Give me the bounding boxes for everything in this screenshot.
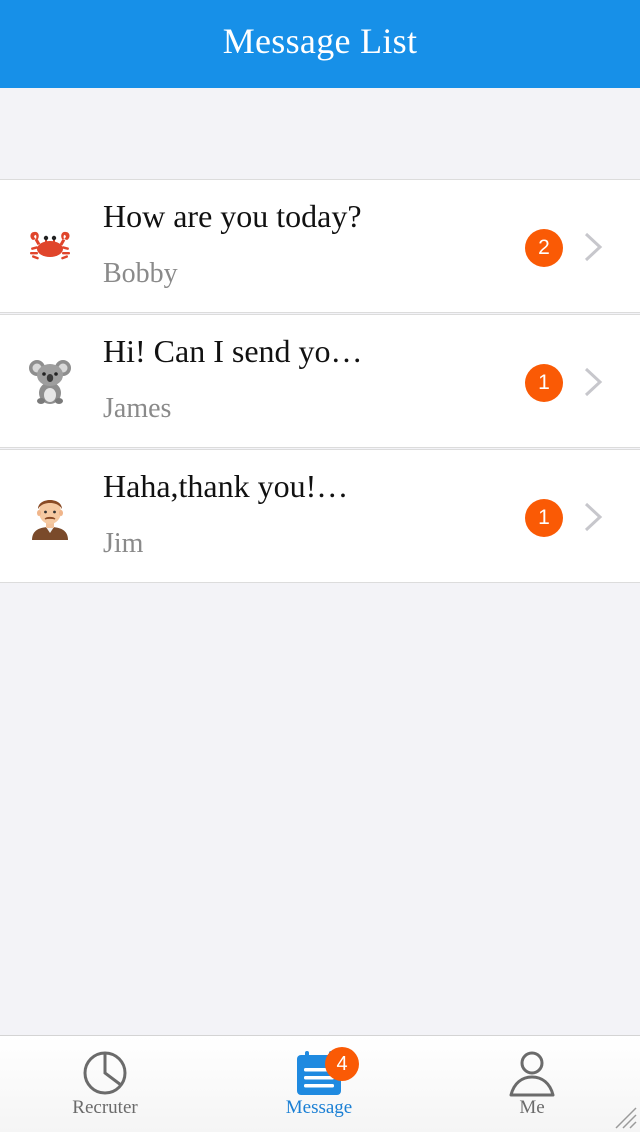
message-preview: How are you today?	[103, 198, 362, 234]
unread-badge: 1	[525, 499, 563, 537]
crab-icon	[26, 222, 74, 270]
chevron-right-icon	[584, 367, 603, 397]
resize-grip-icon[interactable]	[612, 1104, 638, 1130]
tab-message[interactable]: 4 Message	[259, 1036, 379, 1132]
pie-chart-icon	[83, 1051, 127, 1095]
message-preview: Haha,thank you!…	[103, 468, 349, 504]
unread-badge: 1	[525, 364, 563, 402]
message-list: How are you today? Bobby 2 Hi! Can I sen…	[0, 179, 640, 584]
tab-label: Recruter	[72, 1097, 138, 1118]
message-sender: Bobby	[103, 258, 178, 289]
chevron-right-icon	[584, 232, 603, 262]
page-title: Message List	[222, 21, 418, 61]
tab-label: Message	[285, 1097, 353, 1118]
tab-me[interactable]: Me	[472, 1036, 592, 1132]
message-item-james[interactable]: Hi! Can I send yo… James 1	[0, 314, 640, 448]
unread-badge: 2	[525, 229, 563, 267]
chevron-right-icon	[584, 502, 603, 532]
message-preview: Hi! Can I send yo…	[103, 333, 363, 369]
message-item-bobby[interactable]: How are you today? Bobby 2	[0, 179, 640, 313]
header-bar: Message List	[0, 0, 640, 88]
man-face-icon	[26, 492, 74, 540]
tab-badge: 4	[325, 1047, 359, 1081]
user-profile-icon	[509, 1051, 555, 1097]
tab-label: Me	[519, 1097, 545, 1118]
message-item-jim[interactable]: Haha,thank you!… Jim 1	[0, 449, 640, 583]
koala-icon	[26, 357, 74, 405]
bottom-tab-bar: Recruter 4 Message Me	[0, 1035, 640, 1132]
message-sender: Jim	[103, 528, 144, 559]
tab-recruter[interactable]: Recruter	[45, 1036, 165, 1132]
message-sender: James	[103, 393, 172, 424]
